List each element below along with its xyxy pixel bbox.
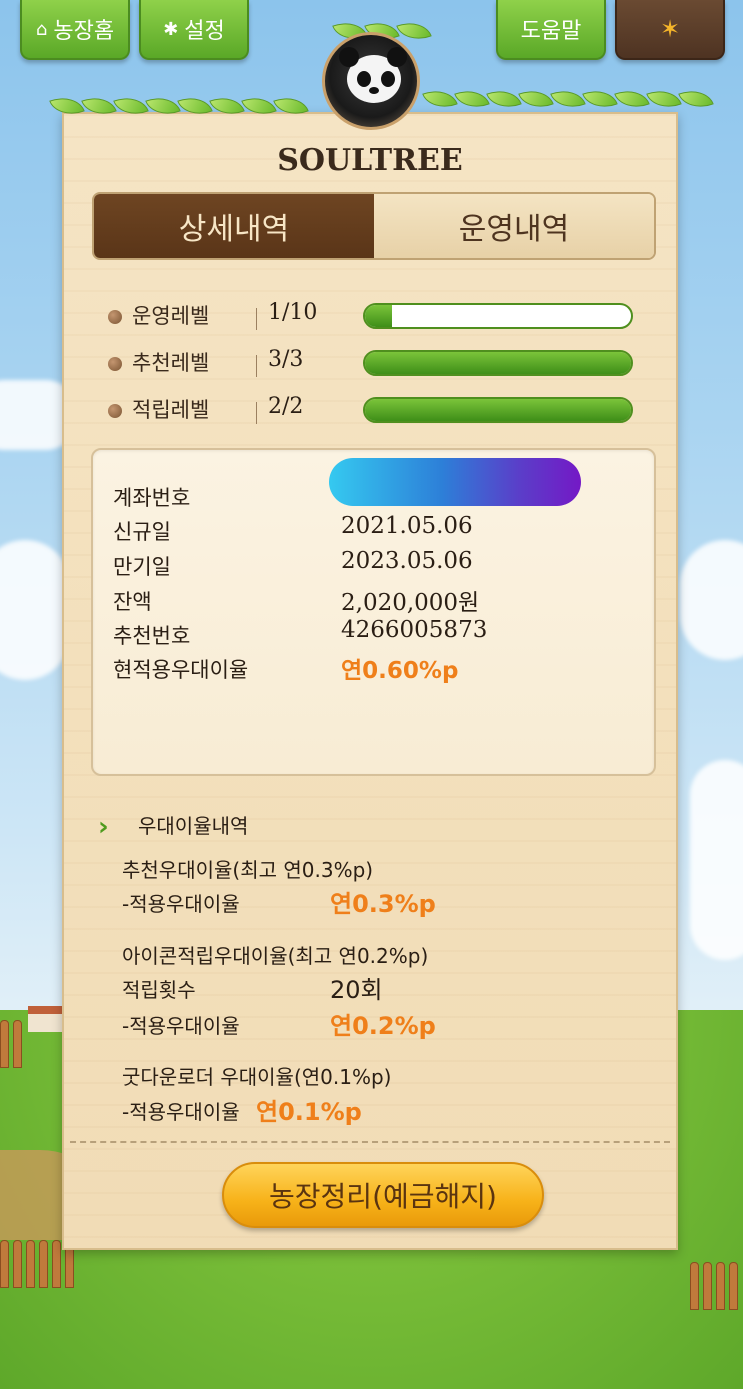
good-applied-label: -적용우대이율	[122, 1100, 240, 1124]
level-value: 3/3	[268, 347, 304, 372]
level-label: 운영레벨	[132, 304, 210, 328]
divider	[256, 308, 257, 330]
kb-star-icon: ✶	[659, 15, 681, 43]
level-row-operation: 운영레벨 1/10	[108, 300, 648, 330]
tab-operation[interactable]: 운영내역	[374, 194, 654, 258]
level-label: 적립레벨	[132, 398, 210, 422]
icon-applied-value: 연0.2%p	[330, 1012, 436, 1040]
kb-logo-button[interactable]: ✶	[615, 0, 725, 60]
masked-account-number	[329, 458, 581, 506]
level-progress-fill	[365, 305, 392, 327]
tab-bar: 상세내역 운영내역	[92, 192, 656, 260]
opened-date-value: 2021.05.06	[341, 513, 473, 539]
referral-applied-value: 연0.3%p	[330, 890, 436, 918]
icon-bonus-title: 아이콘적립우대이율(최고 연0.2%p)	[122, 944, 429, 968]
leaf-garland-left	[49, 90, 309, 122]
page-title: SOULTREE	[277, 143, 463, 178]
leaf-garland-right	[422, 83, 714, 115]
close-farm-button[interactable]: 농장정리(예금해지)	[222, 1162, 544, 1228]
referral-number-label: 추천번호	[113, 624, 191, 648]
chevron-right-icon: ›	[98, 812, 109, 842]
level-progress-fill	[365, 399, 631, 421]
good-downloader-title: 굿다운로더 우대이율(연0.1%p)	[122, 1065, 392, 1089]
good-applied-value: 연0.1%p	[256, 1098, 362, 1126]
bullet-icon	[108, 357, 122, 371]
bullet-icon	[108, 310, 122, 324]
divider	[256, 402, 257, 424]
opened-date-label: 신규일	[113, 520, 171, 544]
bonus-section-title: 우대이율내역	[138, 814, 249, 838]
farm-home-label: 농장홈	[53, 19, 115, 44]
level-progress-fill	[365, 352, 631, 374]
bullet-icon	[108, 404, 122, 418]
dashed-divider	[70, 1141, 670, 1143]
cloud	[680, 540, 743, 660]
farm-home-button[interactable]: ⌂ 농장홈	[20, 0, 130, 60]
balance-value: 2,020,000원	[341, 590, 480, 616]
settings-label: 설정	[184, 19, 225, 44]
level-label: 추천레벨	[132, 351, 210, 375]
account-info-box: 계좌번호 신규일 2021.05.06 만기일 2023.05.06 잔액 2,…	[91, 448, 656, 776]
icon-applied-label: -적용우대이율	[122, 1014, 240, 1038]
level-row-referral: 추천레벨 3/3	[108, 347, 648, 377]
divider	[256, 355, 257, 377]
settings-button[interactable]: ✱ 설정	[139, 0, 249, 60]
referral-bonus-title: 추천우대이율(최고 연0.3%p)	[122, 858, 374, 882]
current-rate-label: 현적용우대이율	[113, 658, 249, 682]
cloud	[690, 760, 743, 960]
level-value: 2/2	[268, 394, 304, 419]
level-progress-bar	[363, 397, 633, 423]
level-row-savings: 적립레벨 2/2	[108, 394, 648, 424]
cloud	[0, 540, 70, 680]
maturity-date-label: 만기일	[113, 555, 171, 579]
referral-number-value: 4266005873	[341, 617, 488, 643]
maturity-date-value: 2023.05.06	[341, 548, 473, 574]
icon-count-label: 적립횟수	[122, 978, 196, 1002]
icon-count-value: 20회	[330, 976, 383, 1004]
level-progress-bar	[363, 350, 633, 376]
balance-label: 잔액	[113, 590, 152, 614]
help-label: 도움말	[520, 19, 582, 44]
account-number-label: 계좌번호	[113, 486, 191, 510]
help-button[interactable]: 도움말	[496, 0, 606, 60]
referral-applied-label: -적용우대이율	[122, 892, 240, 916]
current-rate-value: 연0.60%p	[341, 658, 459, 684]
house	[28, 1006, 64, 1032]
tab-detail[interactable]: 상세내역	[94, 194, 374, 258]
gear-icon: ✱	[163, 18, 179, 40]
level-progress-bar	[363, 303, 633, 329]
home-icon: ⌂	[35, 18, 48, 40]
panda-avatar	[322, 32, 420, 130]
fence	[690, 1262, 738, 1310]
fence	[0, 1020, 22, 1068]
level-value: 1/10	[268, 300, 318, 325]
